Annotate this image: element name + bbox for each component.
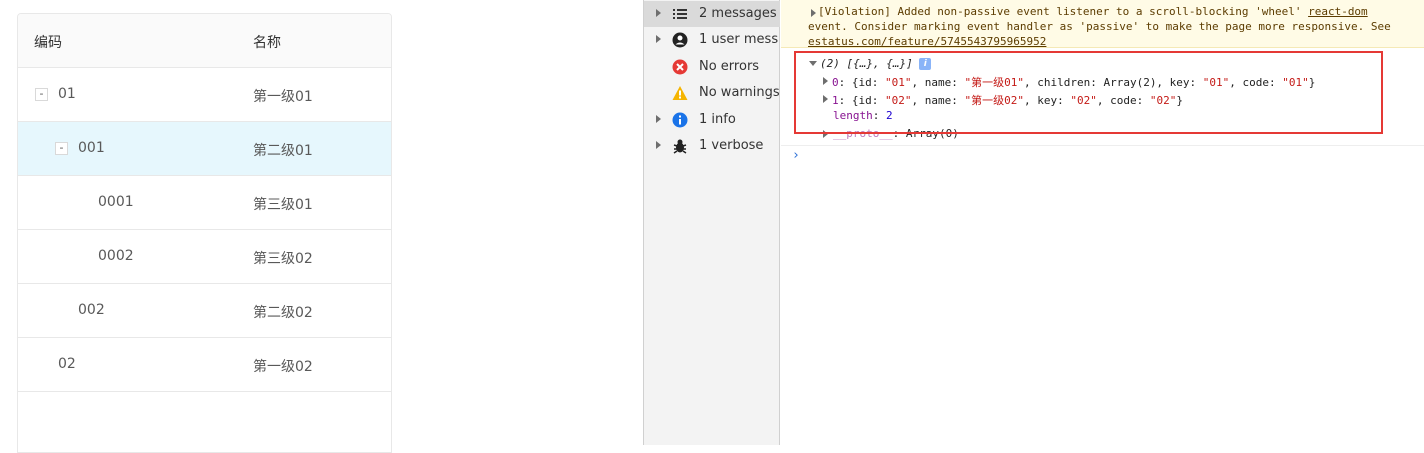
collapse-row-button[interactable]: - (35, 88, 48, 101)
sidebar-item-info[interactable]: 1 info (644, 107, 780, 133)
row-name: 第三级01 (253, 197, 313, 213)
sidebar-item-errors[interactable]: No errors (644, 54, 780, 80)
row-code: 02 (58, 356, 76, 372)
violation-text: [Violation] Added non-passive event list… (818, 5, 1302, 18)
row-code: 002 (78, 302, 105, 318)
row-name: 第一级01 (253, 89, 313, 105)
expand-arrow-icon[interactable] (656, 35, 661, 43)
array-item-0[interactable]: 0: {id: "01", name: "第一级01", children: A… (832, 74, 1315, 90)
table-row[interactable]: 02 第一级02 (18, 338, 391, 392)
sidebar-item-label: 1 user mess... (699, 32, 779, 47)
row-code: 0001 (98, 194, 134, 210)
list-icon (673, 9, 687, 19)
expand-arrow-icon[interactable] (656, 9, 661, 17)
row-code: 01 (58, 86, 76, 102)
item-index: 0 (832, 76, 839, 89)
collapse-arrow-icon[interactable] (809, 61, 817, 66)
expand-arrow-icon[interactable] (811, 9, 816, 17)
sidebar-item-label: 1 info (699, 112, 736, 127)
console-prompt[interactable]: › (792, 148, 800, 163)
violation-text-continued: event. Consider marking event handler as… (808, 20, 1391, 33)
error-icon (672, 59, 688, 75)
array-summary-text: (2) [{…}, {…}] (820, 57, 913, 70)
bug-icon (673, 139, 687, 154)
row-code: 0002 (98, 248, 134, 264)
expand-arrow-icon[interactable] (823, 95, 828, 103)
user-icon (672, 32, 688, 48)
expand-arrow-icon[interactable] (823, 77, 828, 85)
table-row[interactable]: 0002 第三级02 (18, 230, 391, 284)
sidebar-item-warnings[interactable]: No warnings (644, 80, 780, 106)
sidebar-item-user-messages[interactable]: 1 user mess... (644, 27, 780, 53)
table-row[interactable]: - 001 第二级01 (18, 122, 391, 176)
table-header: 编码 名称 (18, 14, 391, 68)
sidebar-item-label: 2 messages (699, 6, 777, 21)
row-name: 第一级02 (253, 359, 313, 375)
console-sidebar: 2 messages 1 user mess... No errors No w… (643, 0, 780, 445)
column-header-code: 编码 (34, 35, 62, 51)
table-row[interactable]: 002 第二级02 (18, 284, 391, 338)
array-summary[interactable]: (2) [{…}, {…}] i (820, 57, 932, 70)
array-length: length: 2 (833, 109, 893, 122)
item-index: 1 (832, 94, 839, 107)
sidebar-item-verbose[interactable]: 1 verbose (644, 133, 780, 159)
chromestatus-link[interactable]: estatus.com/feature/5745543795965952 (808, 35, 1046, 48)
violation-message: [Violation] Added non-passive event list… (781, 0, 1424, 48)
sidebar-item-label: No errors (699, 59, 760, 74)
console-output: [Violation] Added non-passive event list… (781, 0, 1424, 445)
tree-table: 编码 名称 - 01 第一级01 - 001 第二级01 0001 第三级01 … (17, 13, 392, 453)
source-link[interactable]: react-dom (1308, 5, 1368, 18)
expand-arrow-icon[interactable] (823, 130, 828, 138)
divider (781, 145, 1424, 146)
row-name: 第二级01 (253, 143, 313, 159)
expand-arrow-icon[interactable] (656, 115, 661, 123)
column-header-name: 名称 (253, 35, 281, 51)
collapse-row-button[interactable]: - (55, 142, 68, 155)
array-proto[interactable]: __proto__: Array(0) (833, 127, 959, 140)
row-code: 001 (78, 140, 105, 156)
sidebar-item-label: 1 verbose (699, 138, 764, 153)
sidebar-item-label: No warnings (699, 85, 779, 100)
table-row[interactable]: - 01 第一级01 (18, 68, 391, 122)
table-row[interactable]: 0001 第三级01 (18, 176, 391, 230)
sidebar-item-messages[interactable]: 2 messages (644, 1, 780, 27)
row-name: 第三级02 (253, 251, 313, 267)
info-badge-icon[interactable]: i (919, 58, 932, 70)
row-name: 第二级02 (253, 305, 313, 321)
info-icon (672, 112, 688, 128)
array-item-1[interactable]: 1: {id: "02", name: "第一级02", key: "02", … (832, 92, 1183, 108)
expand-arrow-icon[interactable] (656, 141, 661, 149)
warning-icon (672, 86, 688, 100)
